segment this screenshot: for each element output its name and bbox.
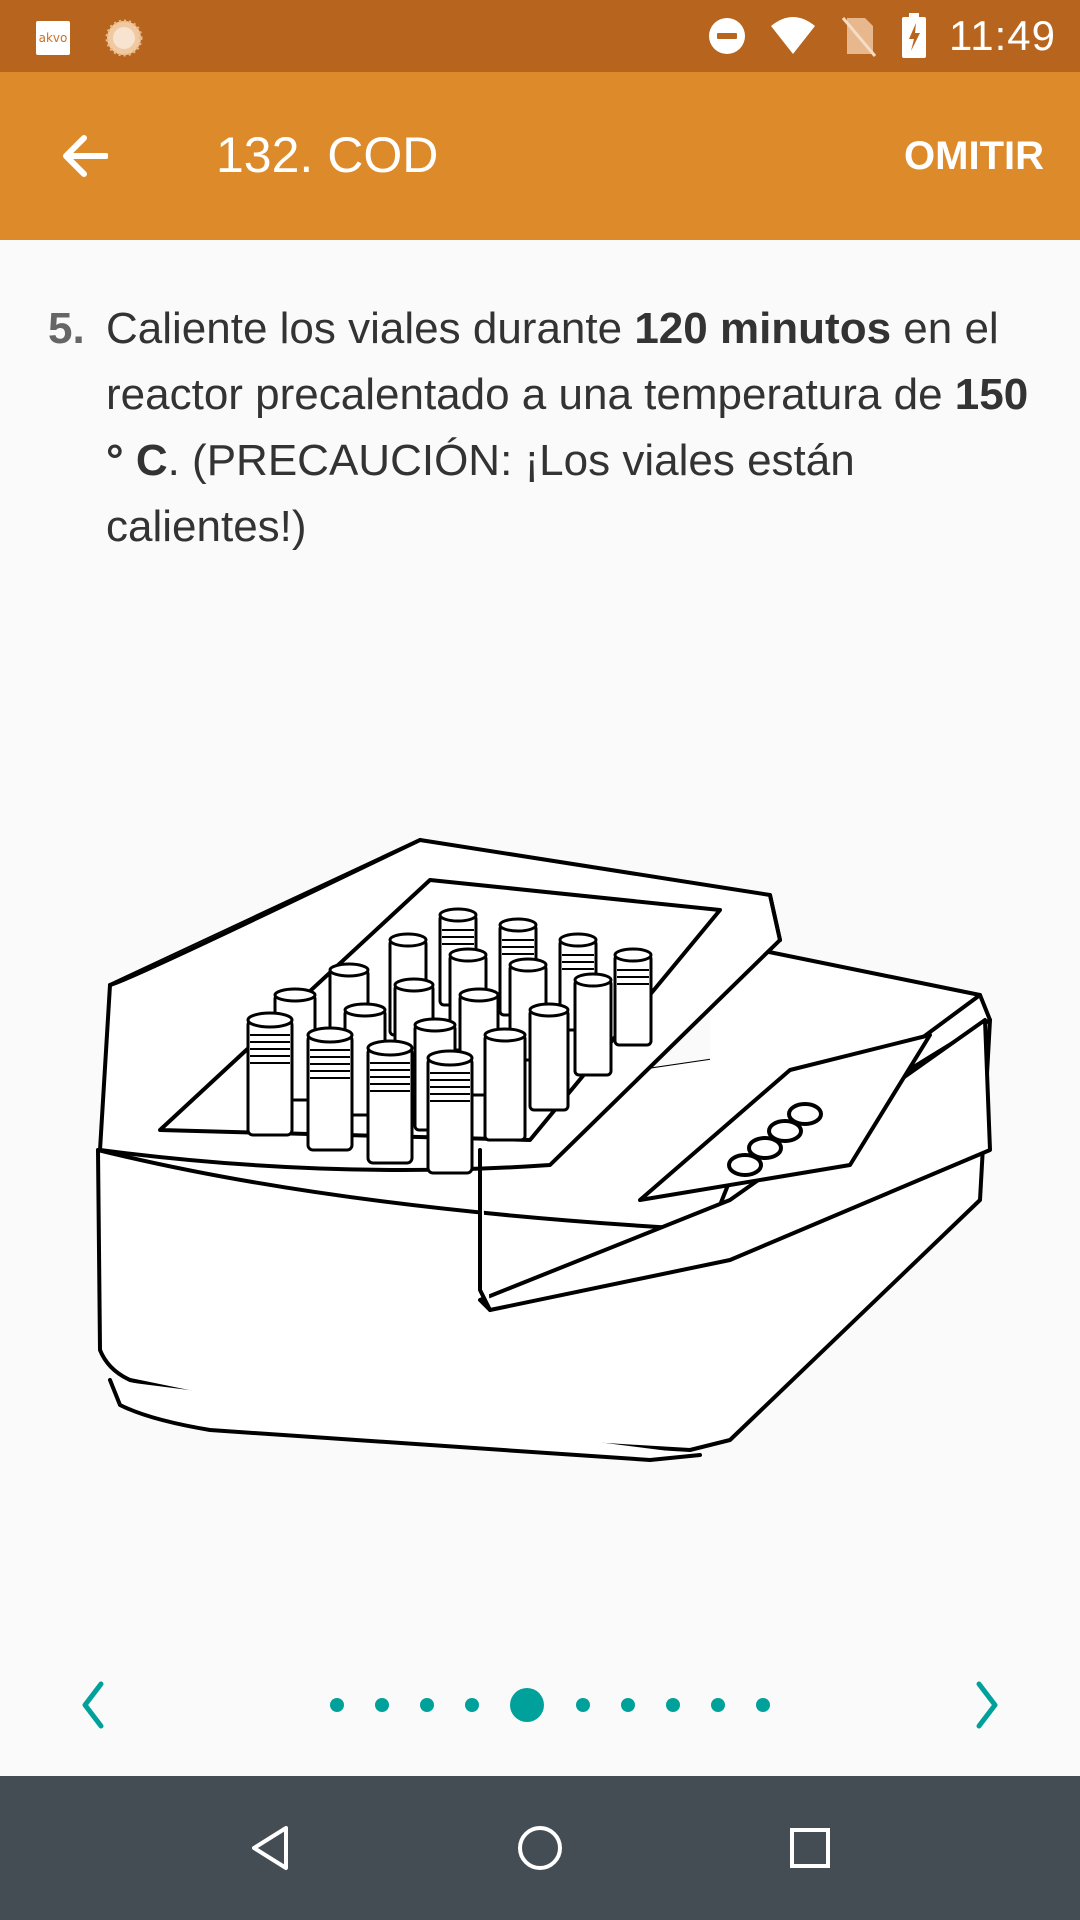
chevron-right-icon [976, 1681, 998, 1729]
step-pager [0, 1660, 1080, 1750]
page-dot[interactable] [330, 1698, 344, 1712]
recents-square-icon [790, 1828, 830, 1868]
wifi-icon [771, 17, 815, 54]
nav-recents-button[interactable] [774, 1812, 846, 1884]
skip-button[interactable]: OMITIR [904, 134, 1044, 179]
page-dot[interactable] [420, 1698, 435, 1712]
chevron-left-icon [82, 1681, 104, 1729]
battery-charging-icon [902, 13, 926, 58]
sun-icon [105, 19, 143, 57]
page-dot[interactable] [375, 1698, 390, 1712]
page-dot-active[interactable] [510, 1688, 545, 1722]
back-button[interactable] [48, 120, 120, 192]
step-text: Caliente los viales durante 120 minutos … [106, 296, 1038, 560]
nav-back-button[interactable] [234, 1812, 306, 1884]
app-bar: 132. COD OMITIR [0, 72, 1080, 240]
page-dot[interactable] [620, 1698, 635, 1712]
page-indicator [330, 1660, 770, 1750]
clock: 11:49 [949, 12, 1056, 59]
page-title: 132. COD [216, 127, 439, 183]
page-dot[interactable] [665, 1698, 680, 1712]
step-number: 5. [48, 304, 85, 353]
duration-value: 120 minutos [634, 304, 892, 353]
reactor-illustration [96, 838, 992, 1462]
back-triangle-icon [252, 1826, 288, 1870]
previous-button[interactable] [62, 1672, 122, 1738]
akvo-icon: akvo [36, 21, 70, 55]
do-not-disturb-icon [709, 18, 745, 54]
status-bar: akvo 11:49 [0, 0, 1080, 72]
instruction-step: 5. Caliente los viales durante 120 minut… [48, 296, 1038, 560]
step-text-part: . (PRECAUCIÓN: ¡Los viales están calient… [106, 436, 855, 551]
page-dot[interactable] [575, 1698, 590, 1712]
navigation-bar [0, 1776, 1080, 1920]
home-circle-icon [518, 1826, 562, 1870]
next-button[interactable] [958, 1672, 1018, 1738]
page-dot[interactable] [710, 1698, 725, 1712]
no-sim-icon [841, 17, 877, 57]
arrow-left-icon [63, 135, 108, 177]
nav-home-button[interactable] [504, 1812, 576, 1884]
step-text-part: Caliente los viales durante [106, 304, 635, 353]
page-dot[interactable] [465, 1698, 480, 1712]
page-dot[interactable] [755, 1698, 770, 1712]
